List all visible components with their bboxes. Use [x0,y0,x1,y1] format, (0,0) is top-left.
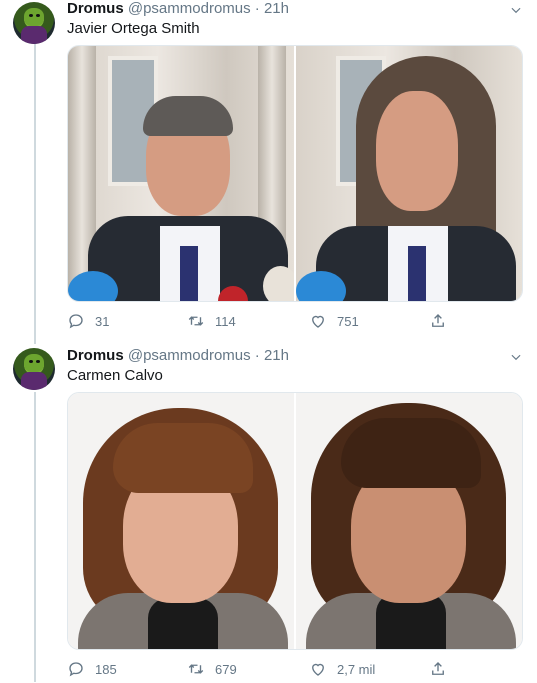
reply-icon [69,314,83,329]
heart-icon [312,663,324,676]
tweet-header: Dromus @psammodromus · 21h [67,0,289,18]
more-menu-button[interactable] [509,3,523,17]
media-image[interactable] [68,46,294,301]
tweet-text: Carmen Calvo [67,367,163,384]
retweet-button[interactable]: 114 [187,311,236,331]
reply-icon [69,662,83,677]
share-icon [432,314,444,327]
separator: · [254,0,260,17]
heart-icon [312,315,324,328]
reply-button[interactable]: 185 [67,659,117,679]
like-button[interactable]: 2,7 mil [309,659,375,679]
like-button[interactable]: 751 [309,311,359,331]
tweet-text: Javier Ortega Smith [67,20,200,37]
author-handle[interactable]: @psammodromus [128,347,251,364]
avatar[interactable] [13,2,55,44]
tweet-actions: 185 679 2,7 mil [67,659,457,679]
tweet-actions: 31 114 751 [67,311,457,331]
like-count: 2,7 mil [337,661,376,677]
tweet[interactable]: Dromus @psammodromus · 21h Javier Ortega… [0,0,537,340]
retweet-button[interactable]: 679 [187,659,237,679]
avatar[interactable] [13,348,55,390]
chevron-down-icon [511,7,521,14]
media-image[interactable] [296,46,522,301]
tweet-media[interactable] [67,45,523,302]
media-image[interactable] [296,393,522,649]
retweet-icon [188,316,204,326]
share-button[interactable] [429,659,447,679]
reply-button[interactable]: 31 [67,311,109,331]
chevron-down-icon [511,354,521,361]
like-count: 751 [337,313,359,329]
more-menu-button[interactable] [509,350,523,364]
tweet-header: Dromus @psammodromus · 21h [67,347,289,365]
tweet[interactable]: Dromus @psammodromus · 21h Carmen Calvo [0,346,537,683]
author-name[interactable]: Dromus [67,0,124,17]
reply-count: 185 [95,661,117,677]
author-name[interactable]: Dromus [67,347,124,364]
timestamp[interactable]: 21h [264,347,289,364]
timestamp[interactable]: 21h [264,0,289,17]
media-image[interactable] [68,393,294,649]
share-icon [432,662,444,675]
retweet-count: 679 [215,661,237,677]
author-handle[interactable]: @psammodromus [128,0,251,17]
retweet-count: 114 [215,313,236,329]
reply-count: 31 [95,313,110,329]
tweet-media[interactable] [67,392,523,650]
retweet-icon [188,664,204,674]
separator: · [254,347,260,364]
share-button[interactable] [429,311,447,331]
